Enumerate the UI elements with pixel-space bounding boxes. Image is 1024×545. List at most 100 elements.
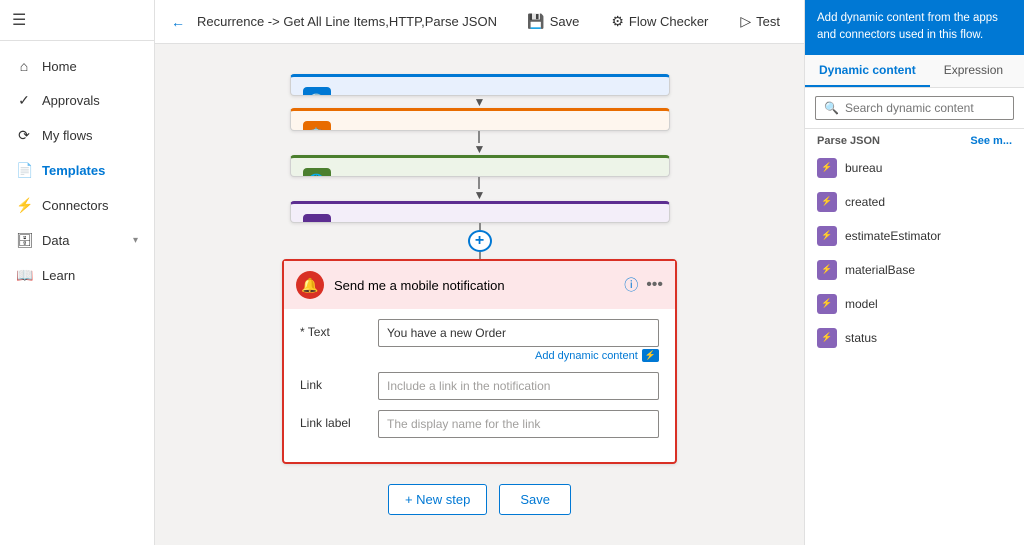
- notification-title: Send me a mobile notification: [334, 278, 614, 293]
- sidebar-label-connectors: Connectors: [42, 198, 138, 213]
- text-field-label: * Text: [300, 319, 370, 339]
- connector-line-2: [478, 131, 480, 143]
- add-dynamic-content-link[interactable]: Add dynamic content ⚡: [378, 349, 659, 362]
- header-actions: 💾 Save ⚙ Flow Checker ▷ Test: [519, 9, 788, 34]
- dynamic-badge: ⚡: [642, 349, 659, 362]
- save-icon: 💾: [527, 13, 544, 30]
- link-label-input[interactable]: [378, 410, 659, 438]
- text-input[interactable]: [378, 319, 659, 347]
- data-icon: 🗄: [16, 232, 32, 249]
- connector-4: +: [468, 223, 492, 259]
- recurrence-node-header[interactable]: 🕐 Recurrence •••: [291, 77, 669, 96]
- get-all-menu-icon[interactable]: •••: [637, 126, 657, 130]
- dynamic-item-bureau[interactable]: ⚡ bureau: [805, 151, 1024, 185]
- link-field-container: [378, 372, 659, 400]
- http-menu-icon[interactable]: •••: [637, 173, 657, 177]
- link-label-field-row: Link label: [300, 410, 659, 438]
- link-label-field-container: [378, 410, 659, 438]
- dynamic-item-estimate-label: estimateEstimator: [845, 229, 941, 243]
- dynamic-item-materialBase[interactable]: ⚡ materialBase: [805, 253, 1024, 287]
- flow-checker-button[interactable]: ⚙ Flow Checker: [603, 9, 716, 34]
- breadcrumb: Recurrence -> Get All Line Items,HTTP,Pa…: [197, 14, 507, 29]
- sidebar-item-approvals[interactable]: ✓ Approvals: [0, 83, 154, 118]
- tab-dynamic-content[interactable]: Dynamic content: [805, 55, 930, 87]
- sidebar-label-templates: Templates: [42, 163, 138, 178]
- http-node-header[interactable]: 🌐 HTTP •••: [291, 158, 669, 177]
- dynamic-item-status[interactable]: ⚡ status: [805, 321, 1024, 355]
- http-node[interactable]: 🌐 HTTP •••: [290, 155, 670, 177]
- recurrence-node[interactable]: 🕐 Recurrence •••: [290, 74, 670, 96]
- connector-1: ▼: [474, 96, 486, 108]
- right-panel: Add dynamic content from the apps and co…: [804, 0, 1024, 545]
- connector-line-4b: [479, 252, 481, 259]
- sidebar-top: ☰: [0, 0, 154, 41]
- main-area: ← Recurrence -> Get All Line Items,HTTP,…: [155, 0, 804, 545]
- test-button[interactable]: ▷ Test: [732, 9, 788, 34]
- add-step-between-button[interactable]: +: [468, 230, 492, 252]
- get-all-node-header[interactable]: 📋 Get All Line Items •••: [291, 111, 669, 130]
- connector-line-4: [479, 223, 481, 230]
- flow-checker-icon: ⚙: [611, 13, 624, 30]
- dynamic-item-model-icon: ⚡: [817, 294, 837, 314]
- new-step-button[interactable]: + New step: [388, 484, 487, 515]
- dynamic-item-created[interactable]: ⚡ created: [805, 185, 1024, 219]
- sidebar-nav: ⌂ Home ✓ Approvals ⟳ My flows 📄 Template…: [0, 41, 154, 545]
- sidebar-item-connectors[interactable]: ⚡ Connectors: [0, 188, 154, 223]
- sidebar-item-learn[interactable]: 📖 Learn: [0, 258, 154, 293]
- dynamic-item-model-label: model: [845, 297, 878, 311]
- connector-3: ▼: [474, 177, 486, 201]
- link-label-field-label: Link label: [300, 410, 370, 430]
- recurrence-menu-icon[interactable]: •••: [637, 92, 657, 96]
- panel-search-container: 🔍: [805, 88, 1024, 129]
- dynamic-item-bureau-label: bureau: [845, 161, 882, 175]
- home-icon: ⌂: [16, 58, 32, 74]
- dynamic-item-estimateEstimator[interactable]: ⚡ estimateEstimator: [805, 219, 1024, 253]
- connector-line-3: [478, 177, 480, 189]
- connectors-icon: ⚡: [16, 197, 32, 214]
- notification-actions: ⓘ •••: [624, 275, 663, 295]
- dynamic-item-estimate-icon: ⚡: [817, 226, 837, 246]
- dynamic-item-bureau-icon: ⚡: [817, 158, 837, 178]
- info-icon[interactable]: ⓘ: [624, 275, 638, 295]
- sidebar-item-data[interactable]: 🗄 Data ▾: [0, 223, 154, 258]
- hamburger-icon[interactable]: ☰: [12, 12, 26, 29]
- tab-expression[interactable]: Expression: [930, 55, 1017, 87]
- sidebar-label-learn: Learn: [42, 268, 138, 283]
- see-more-link[interactable]: See m...: [970, 135, 1012, 147]
- sidebar-item-templates[interactable]: 📄 Templates: [0, 153, 154, 188]
- notification-menu-icon[interactable]: •••: [646, 276, 663, 294]
- canvas-save-button[interactable]: Save: [499, 484, 571, 515]
- arrow-down-1: ▼: [474, 96, 486, 108]
- search-input[interactable]: [845, 101, 1005, 115]
- learn-icon: 📖: [16, 267, 32, 284]
- arrow-down-3: ▼: [474, 189, 486, 201]
- text-field-row: * Text Add dynamic content ⚡: [300, 319, 659, 362]
- sidebar-item-home[interactable]: ⌂ Home: [0, 49, 154, 83]
- sidebar-label-data: Data: [42, 233, 123, 248]
- parse-json-menu-icon[interactable]: •••: [637, 219, 657, 223]
- link-field-row: Link: [300, 372, 659, 400]
- save-button[interactable]: 💾 Save: [519, 9, 587, 34]
- dynamic-items-list: ⚡ bureau ⚡ created ⚡ estimateEstimator ⚡…: [805, 151, 1024, 545]
- dynamic-item-created-label: created: [845, 195, 885, 209]
- notification-node-header[interactable]: 🔔 Send me a mobile notification ⓘ •••: [284, 261, 675, 309]
- dynamic-item-status-label: status: [845, 331, 877, 345]
- parse-json-icon: {}: [303, 214, 331, 223]
- dynamic-item-model[interactable]: ⚡ model: [805, 287, 1024, 321]
- text-field-container: Add dynamic content ⚡: [378, 319, 659, 362]
- sidebar-item-my-flows[interactable]: ⟳ My flows: [0, 118, 154, 153]
- sidebar-label-home: Home: [42, 59, 138, 74]
- link-input[interactable]: [378, 372, 659, 400]
- back-button[interactable]: ←: [171, 14, 185, 30]
- parse-json-node[interactable]: {} Parse JSON •••: [290, 201, 670, 223]
- search-box: 🔍: [815, 96, 1014, 120]
- http-icon: 🌐: [303, 168, 331, 177]
- templates-icon: 📄: [16, 162, 32, 179]
- header: ← Recurrence -> Get All Line Items,HTTP,…: [155, 0, 804, 44]
- get-all-node[interactable]: 📋 Get All Line Items •••: [290, 108, 670, 130]
- link-field-label: Link: [300, 372, 370, 392]
- panel-tabs: Dynamic content Expression: [805, 55, 1024, 88]
- parse-json-node-header[interactable]: {} Parse JSON •••: [291, 204, 669, 223]
- dynamic-item-status-icon: ⚡: [817, 328, 837, 348]
- sidebar-label-approvals: Approvals: [42, 93, 138, 108]
